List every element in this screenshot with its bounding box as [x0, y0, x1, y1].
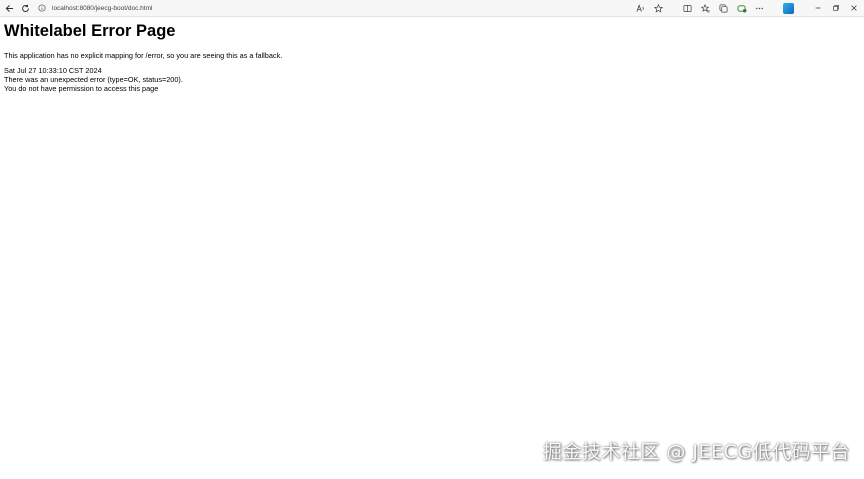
- watermark: 掘金技术社区 @ JEECG低代码平台: [542, 441, 850, 463]
- toolbar-actions: [634, 2, 860, 15]
- copilot-button[interactable]: [782, 2, 795, 15]
- read-aloud-button[interactable]: [634, 2, 647, 15]
- page-content: Whitelabel Error Page This application h…: [4, 21, 854, 93]
- close-button[interactable]: [847, 2, 860, 15]
- split-screen-button[interactable]: [681, 2, 694, 15]
- url-text[interactable]: localhost:8080/jeecg-boot/doc.html: [52, 5, 152, 12]
- fallback-message: This application has no explicit mapping…: [4, 51, 283, 60]
- favorite-button[interactable]: [652, 2, 665, 15]
- restore-icon: [832, 5, 839, 11]
- more-icon: [756, 7, 763, 9]
- refresh-icon: [21, 4, 29, 12]
- browser-toolbar: localhost:8080/jeecg-boot/doc.html: [0, 0, 864, 17]
- favorites-button[interactable]: [699, 2, 712, 15]
- star-icon: [654, 3, 663, 13]
- favorites-icon: [701, 3, 710, 12]
- address-bar[interactable]: localhost:8080/jeecg-boot/doc.html: [38, 1, 634, 15]
- collections-icon: [719, 4, 728, 12]
- back-button[interactable]: [2, 1, 16, 15]
- restore-button[interactable]: [829, 2, 842, 15]
- split-screen-icon: [683, 4, 692, 12]
- refresh-button[interactable]: [18, 1, 32, 15]
- minimize-button[interactable]: [811, 2, 824, 15]
- extension-icon: [737, 4, 746, 13]
- back-arrow-icon: [5, 4, 13, 12]
- error-permission: You do not have permission to access thi…: [4, 83, 159, 93]
- extension-button[interactable]: [735, 2, 748, 15]
- close-icon: [850, 5, 857, 11]
- more-button[interactable]: [753, 2, 766, 15]
- copilot-icon: [783, 2, 794, 14]
- error-details: Sat Jul 27 10:33:10 CST 2024 There was a…: [4, 66, 854, 93]
- collections-button[interactable]: [717, 2, 730, 15]
- minimize-icon: [815, 7, 820, 9]
- page-title: Whitelabel Error Page: [4, 22, 176, 40]
- read-aloud-icon: [636, 3, 644, 12]
- info-circle-icon[interactable]: [38, 4, 46, 12]
